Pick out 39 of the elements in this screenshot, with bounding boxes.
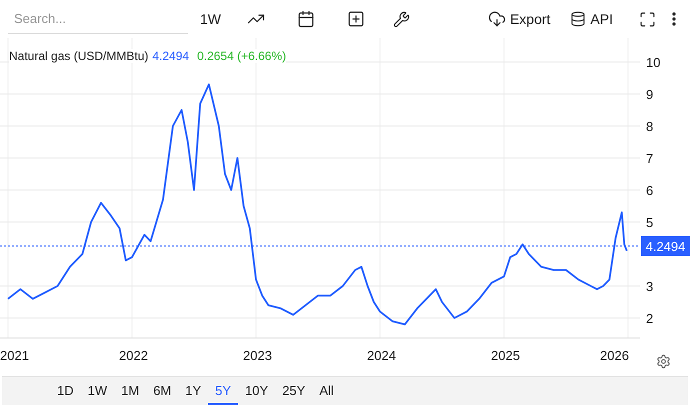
interval-button[interactable]: 1W xyxy=(194,7,227,31)
more-icon xyxy=(672,12,676,26)
y-axis-label: 6 xyxy=(646,183,654,198)
legend-change: 0.2654 (+6.66%) xyxy=(197,49,286,63)
x-axis-label: 2026 xyxy=(600,348,629,363)
range-tab[interactable]: 1Y xyxy=(178,377,208,405)
y-axis-label: 3 xyxy=(646,279,654,294)
x-axis-label: 2022 xyxy=(119,348,148,363)
y-axis-label: 10 xyxy=(646,55,660,70)
plus-square-icon xyxy=(347,10,365,28)
fullscreen-icon xyxy=(639,10,656,28)
range-tab[interactable]: 25Y xyxy=(275,377,312,405)
y-axis-label: 5 xyxy=(646,215,654,230)
x-axis-label: 2023 xyxy=(243,348,272,363)
y-axis-label: 8 xyxy=(646,119,654,134)
api-button[interactable]: API xyxy=(564,7,619,31)
legend-title: Natural gas (USD/MMBtu) xyxy=(9,49,148,63)
settings-icon xyxy=(656,354,671,369)
export-button[interactable]: Export xyxy=(482,6,556,32)
wrench-icon xyxy=(393,10,410,28)
x-axis-label: 2024 xyxy=(367,348,396,363)
range-tab[interactable]: 1W xyxy=(80,377,114,405)
range-tab[interactable]: 5Y xyxy=(208,377,238,405)
range-tab[interactable]: All xyxy=(312,377,341,405)
y-axis-label: 2 xyxy=(646,311,654,326)
settings-button[interactable] xyxy=(656,354,671,369)
x-axis-label: 2025 xyxy=(491,348,520,363)
database-icon xyxy=(570,11,586,27)
x-axis-label: 2021 xyxy=(0,348,29,363)
range-tab[interactable]: 1D xyxy=(50,377,81,405)
range-tab[interactable]: 6M xyxy=(146,377,178,405)
y-axis-label: 7 xyxy=(646,151,654,166)
cloud-download-icon xyxy=(488,10,506,28)
legend-price: 4.2494 xyxy=(152,49,190,63)
range-tab[interactable]: 10Y xyxy=(238,377,276,405)
range-tab[interactable]: 1M xyxy=(114,377,146,405)
calendar-icon xyxy=(297,10,315,28)
price-tag: 4.2494 xyxy=(641,236,690,256)
y-axis-label: 9 xyxy=(646,87,654,102)
